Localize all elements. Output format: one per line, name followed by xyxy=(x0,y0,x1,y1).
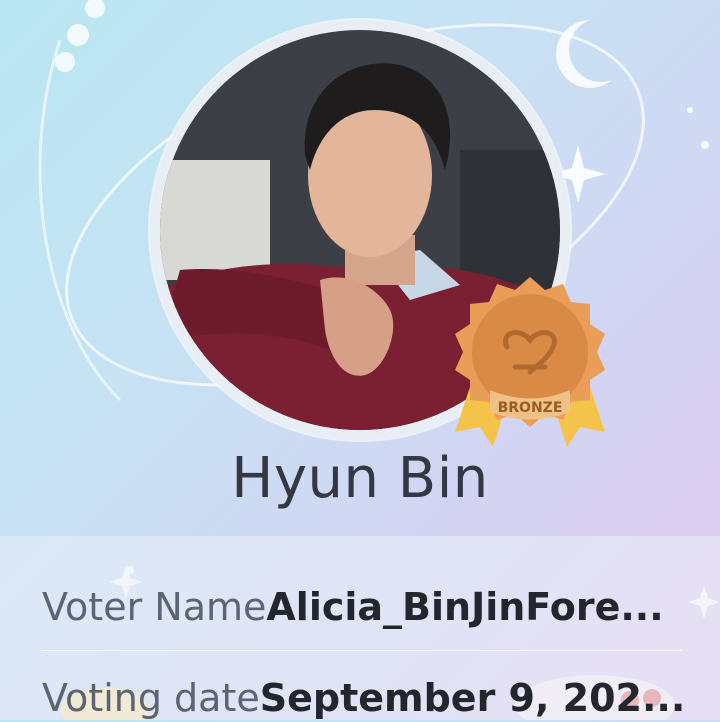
voter-name-value: Alicia_BinJinFore... xyxy=(266,585,664,629)
voter-name-row: Voter NameAlicia_BinJinFore... xyxy=(42,583,682,631)
voting-date-label: Voting date xyxy=(42,676,260,720)
bronze-badge: BRONZE xyxy=(445,272,615,452)
divider xyxy=(42,650,682,651)
voting-date-value: September 9, 202... xyxy=(259,676,682,720)
celebrity-name: Hyun Bin xyxy=(231,446,489,511)
voting-date-row: Voting dateSeptember 9, 202... xyxy=(42,674,682,722)
badge-label: BRONZE xyxy=(498,400,563,416)
moon-icon xyxy=(556,20,612,88)
voter-name-label: Voter Name xyxy=(42,585,267,629)
